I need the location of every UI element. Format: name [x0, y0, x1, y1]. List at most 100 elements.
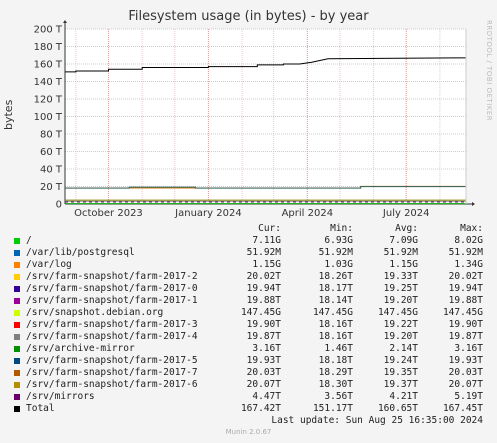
legend-row: /srv/archive-mirror 3.16T 1.46T 2.14T 3.16T: [0, 343, 497, 355]
legend-value-min: 18.30T: [318, 379, 353, 390]
legend-swatch: [14, 406, 20, 412]
legend-value-max: 19.90T: [448, 319, 483, 330]
legend-value-avg: 2.14T: [389, 343, 418, 354]
legend-value-avg: 19.25T: [383, 283, 418, 294]
legend-row: /srv/farm-snapshot/farm-2017-0 19.94T 18.1…: [0, 283, 497, 295]
legend-series-name: /srv/farm-snapshot/farm-2017-7: [26, 367, 198, 378]
legend-row: /srv/farm-snapshot/farm-2017-1 19.88T 18.1…: [0, 295, 497, 307]
legend-row: /srv/farm-snapshot/farm-2017-5 19.93T 18.1…: [0, 355, 497, 367]
legend-value-avg: 7.09G: [389, 235, 418, 246]
chart-plot: 0 20 T 40 T 60 T 80 T 100 T 120 T 140 T 160 T 180…: [34, 20, 475, 219]
y-tick-label: 0: [56, 200, 62, 211]
legend-value-min: 151.17T: [312, 403, 353, 414]
legend-value-max: 19.88T: [448, 295, 483, 306]
legend-swatch: [14, 262, 20, 268]
y-tick-label: 100 T: [34, 112, 63, 123]
legend-value-max: 20.03T: [448, 367, 483, 378]
legend-swatch: [14, 298, 20, 304]
legend-value-avg: 19.37T: [383, 379, 418, 390]
legend-row: Total 167.42T 151.17T 160.65T 167.45T: [0, 403, 497, 415]
legend-value-cur: 19.94T: [246, 283, 281, 294]
legend-swatch: [14, 370, 20, 376]
legend-value-max: 167.45T: [442, 403, 483, 414]
legend-swatch: [14, 394, 20, 400]
legend-series-name: /var/lib/postgresql: [26, 247, 135, 258]
y-tick-label: 80 T: [40, 130, 63, 141]
legend-value-cur: 19.87T: [246, 331, 281, 342]
legend-value-min: 147.45G: [312, 307, 353, 318]
legend-series-name: /srv/farm-snapshot/farm-2017-3: [26, 319, 198, 330]
legend-series-name: /srv/farm-snapshot/farm-2017-1: [26, 295, 198, 306]
legend-series-name: /srv/archive-mirror: [26, 343, 135, 354]
legend-header: Cur: Min: Avg: Max:: [0, 223, 497, 235]
legend-swatch: [14, 382, 20, 388]
legend-value-cur: 19.88T: [246, 295, 281, 306]
legend-value-max: 8.02G: [454, 235, 483, 246]
legend-value-max: 3.16T: [454, 343, 483, 354]
legend-header-max: Max:: [460, 223, 483, 234]
legend-value-min: 1.03G: [324, 259, 353, 270]
y-axis-arrow: [63, 20, 67, 23]
legend-series-name: /srv/farm-snapshot/farm-2017-6: [26, 379, 198, 390]
legend-value-min: 1.46T: [324, 343, 353, 354]
legend-series-name: /srv/farm-snapshot/farm-2017-0: [26, 283, 198, 294]
legend-value-cur: 20.07T: [246, 379, 281, 390]
munin-version: Munin 2.0.67: [225, 428, 272, 436]
legend-series-name: /srv/farm-snapshot/farm-2017-4: [26, 331, 198, 342]
legend-value-cur: 51.92M: [246, 247, 281, 258]
legend-swatch: [14, 310, 20, 316]
legend-value-max: 1.34G: [454, 259, 483, 270]
legend-row: / 7.11G 6.93G 7.09G 8.02G: [0, 235, 497, 247]
legend-value-min: 6.93G: [324, 235, 353, 246]
legend-value-max: 5.19T: [454, 391, 483, 402]
legend-value-cur: 147.45G: [240, 307, 281, 318]
legend-swatch: [14, 250, 20, 256]
legend-value-cur: 19.93T: [246, 355, 281, 366]
legend-value-min: 18.26T: [318, 271, 353, 282]
legend-row: /srv/farm-snapshot/farm-2017-2 20.02T 18.2…: [0, 271, 497, 283]
legend-value-avg: 160.65T: [377, 403, 418, 414]
legend-swatch: [14, 322, 20, 328]
legend-header-cur: Cur:: [258, 223, 281, 234]
legend-row: /srv/farm-snapshot/farm-2017-3 19.90T 18.1…: [0, 319, 497, 331]
y-tick-label: 160 T: [34, 60, 63, 71]
last-update: Last update: Sun Aug 25 16:35:00 2024: [271, 415, 483, 426]
x-tick-label: April 2024: [282, 208, 333, 219]
legend-series-name: /srv/snapshot.debian.org: [26, 307, 164, 318]
legend-swatch: [14, 238, 20, 244]
legend-value-avg: 19.24T: [383, 355, 418, 366]
legend-value-cur: 4.47T: [252, 391, 281, 402]
legend-value-cur: 1.15G: [252, 259, 281, 270]
x-tick-label: January 2024: [174, 208, 242, 219]
y-tick-label: 40 T: [40, 165, 63, 176]
legend-value-min: 18.29T: [318, 367, 353, 378]
legend-row: /var/log 1.15G 1.03G 1.15G 1.34G: [0, 259, 497, 271]
x-axis-arrow: [472, 202, 475, 206]
legend-series-name: Total: [26, 403, 55, 414]
legend-row: /srv/farm-snapshot/farm-2017-6 20.07T 18.3…: [0, 379, 497, 391]
legend-series-name: /: [26, 235, 32, 246]
legend-row: /srv/farm-snapshot/farm-2017-7 20.03T 18.2…: [0, 367, 497, 379]
legend-value-avg: 19.33T: [383, 271, 418, 282]
legend-value-max: 20.02T: [448, 271, 483, 282]
legend-value-cur: 20.03T: [246, 367, 281, 378]
legend-value-cur: 7.11G: [252, 235, 281, 246]
legend-value-avg: 1.15G: [389, 259, 418, 270]
legend-value-avg: 147.45G: [377, 307, 418, 318]
legend-value-avg: 19.20T: [383, 295, 418, 306]
legend-value-min: 18.18T: [318, 355, 353, 366]
legend-header-min: Min:: [330, 223, 353, 234]
legend-value-min: 18.16T: [318, 319, 353, 330]
y-tick-label: 120 T: [34, 95, 63, 106]
legend-swatch: [14, 346, 20, 352]
legend-row: /srv/farm-snapshot/farm-2017-4 19.87T 18.1…: [0, 331, 497, 343]
legend-value-avg: 19.22T: [383, 319, 418, 330]
legend-value-max: 19.94T: [448, 283, 483, 294]
legend-swatch: [14, 358, 20, 364]
legend-value-max: 147.45G: [442, 307, 483, 318]
legend-row: /srv/mirrors 4.47T 3.56T 4.21T 5.19T: [0, 391, 497, 403]
legend-row: /var/lib/postgresql 51.92M 51.92M 51.92M 51.…: [0, 247, 497, 259]
y-tick-label: 140 T: [34, 77, 63, 88]
legend-value-avg: 4.21T: [389, 391, 418, 402]
legend-swatch: [14, 274, 20, 280]
